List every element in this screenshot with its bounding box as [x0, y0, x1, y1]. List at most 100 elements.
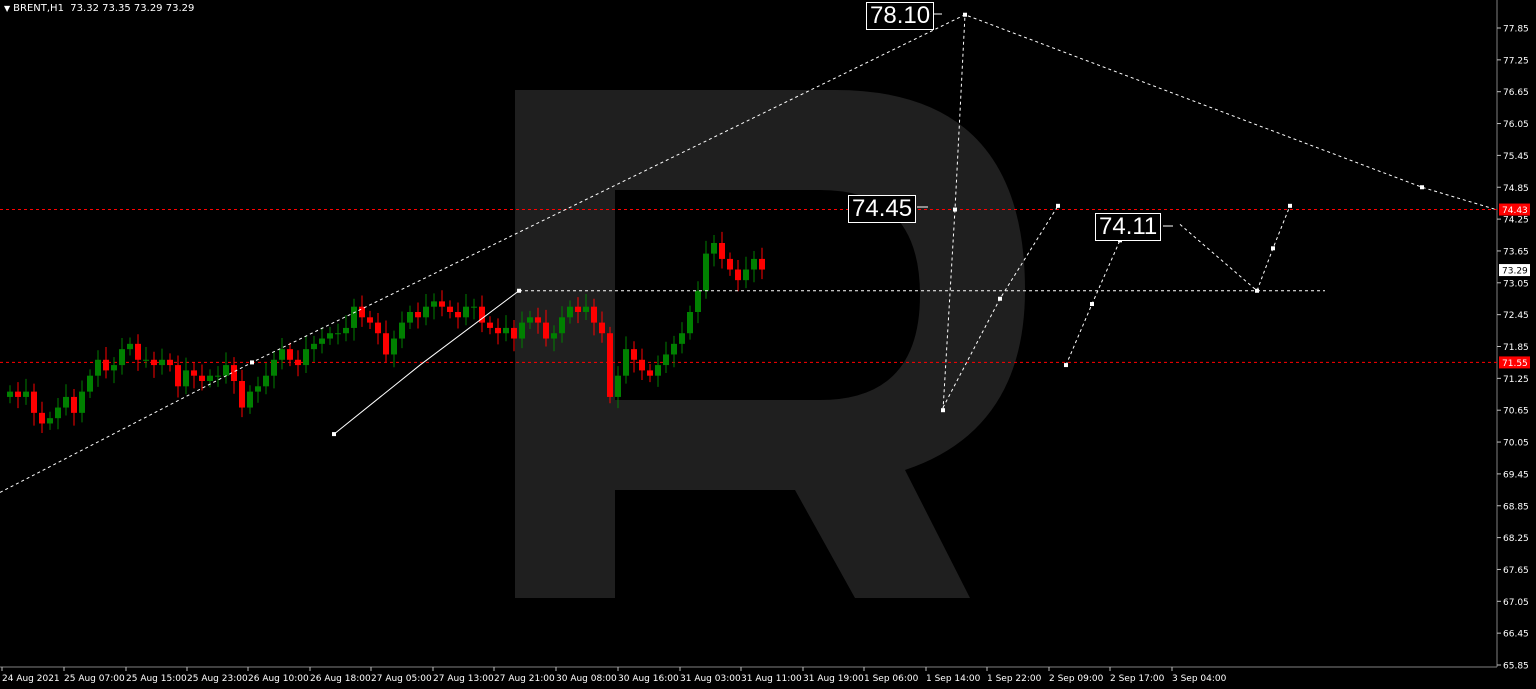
candle-bull: [519, 322, 525, 339]
candle-bull: [279, 349, 285, 360]
path-marker: [1288, 203, 1292, 208]
candle-bull: [399, 322, 405, 339]
y-tick-label: 73.05: [1503, 279, 1529, 289]
x-tick-label: 31 Aug 11:00: [741, 674, 802, 684]
candle-bear: [375, 322, 381, 334]
candle-bull: [703, 253, 709, 291]
candle-bear: [607, 333, 613, 397]
candle-bull: [223, 365, 229, 376]
candle-bull: [143, 359, 149, 361]
path-marker: [1271, 246, 1275, 251]
candle-bear: [719, 242, 725, 259]
x-tick-label: 31 Aug 19:00: [803, 674, 864, 684]
candle-bull: [655, 365, 661, 376]
x-tick-label: 30 Aug 16:00: [618, 674, 679, 684]
symbol-header: ▼ BRENT,H1 73.32 73.35 73.29 73.29: [4, 3, 194, 14]
path-marker: [332, 432, 336, 437]
x-tick-label: 24 Aug 2021: [2, 674, 60, 684]
candle-bear: [383, 333, 389, 355]
candle-bear: [71, 396, 77, 413]
candle-bull: [343, 327, 349, 334]
path-marker: [1090, 302, 1094, 307]
candle-bull: [263, 375, 269, 387]
ohlc-values: 73.32 73.35 73.29 73.29: [70, 3, 195, 14]
candle-bull: [327, 333, 333, 339]
candle-bull: [7, 391, 13, 397]
price-chart[interactable]: 77.85 77.25 76.65 76.05 75.45 74.85 74.25 73.65…: [0, 0, 1536, 689]
candle-bull: [87, 375, 93, 392]
candle-bear: [191, 370, 197, 376]
candle-bull: [351, 306, 357, 328]
candle-bull: [183, 370, 189, 387]
candle-bear: [31, 391, 37, 413]
x-tick-label: 25 Aug 15:00: [126, 674, 187, 684]
y-tick-label: 70.65: [1503, 407, 1529, 417]
candle-bull: [311, 343, 317, 350]
y-tick-label: 68.25: [1503, 534, 1529, 544]
path-marker: [1255, 288, 1259, 293]
candle-bull: [679, 333, 685, 344]
candle-bull: [63, 396, 69, 408]
x-tick-label: 27 Aug 05:00: [371, 674, 432, 684]
y-tick-label: 69.45: [1503, 470, 1529, 480]
candle-bear: [487, 322, 493, 328]
x-tick-label: 1 Sep 06:00: [864, 674, 919, 684]
candle-bull: [567, 306, 573, 318]
candle-bull: [407, 311, 413, 323]
candle-bull: [695, 290, 701, 312]
symbol-name: BRENT,H1: [13, 3, 64, 14]
candle-bull: [615, 375, 621, 397]
candle-bull: [215, 375, 221, 377]
x-tick-label: 3 Sep 04:00: [1172, 674, 1227, 684]
candle-bull: [751, 258, 757, 270]
candle-bull: [319, 338, 325, 344]
price-label-text: 73.29: [1502, 267, 1528, 277]
candle-bear: [287, 349, 293, 360]
candle-bear: [167, 359, 173, 366]
path-marker: [941, 408, 945, 413]
candle-bear: [39, 412, 45, 424]
candle-bull: [663, 354, 669, 366]
y-tick-label: 65.85: [1503, 662, 1529, 672]
y-tick-label: 67.65: [1503, 566, 1529, 576]
candle-bull: [247, 391, 253, 408]
candle-bear: [415, 311, 421, 318]
y-tick-label: 75.45: [1503, 152, 1529, 162]
candle-bull: [623, 349, 629, 376]
candle-bear: [511, 327, 517, 339]
candle-bull: [527, 317, 533, 323]
candle-bull: [743, 269, 749, 281]
candle-bull: [583, 306, 589, 312]
candle-bear: [639, 359, 645, 371]
candle-bull: [671, 343, 677, 355]
candle-bull: [335, 333, 341, 335]
price-label-text: 74.43: [1502, 206, 1528, 216]
candle-bear: [15, 391, 21, 397]
candle-bear: [135, 343, 141, 360]
y-tick-label: 71.25: [1503, 375, 1529, 385]
candle-bull: [503, 327, 509, 334]
callout-74-11: 74.11: [1095, 213, 1162, 241]
candle-bull: [95, 359, 101, 376]
candle-bull: [127, 343, 133, 350]
candle-bull: [711, 242, 717, 254]
callout-78-10: 78.10: [866, 2, 935, 30]
y-tick-label: 74.25: [1503, 216, 1529, 226]
path-marker: [1056, 203, 1060, 208]
dropdown-triangle-icon[interactable]: ▼: [4, 4, 10, 13]
candle-bear: [495, 327, 501, 334]
candle-bull: [423, 306, 429, 318]
y-tick-label: 70.05: [1503, 439, 1529, 449]
x-tick-label: 30 Aug 08:00: [556, 674, 617, 684]
candle-bear: [295, 359, 301, 366]
x-tick-label: 25 Aug 07:00: [64, 674, 125, 684]
candle-bull: [551, 333, 557, 339]
path-marker: [998, 296, 1002, 301]
candle-bull: [159, 359, 165, 366]
candle-bear: [631, 349, 637, 360]
y-tick-label: 71.85: [1503, 343, 1529, 353]
y-tick-label: 66.45: [1503, 630, 1529, 640]
candle-bull: [303, 349, 309, 366]
x-tick-label: 2 Sep 09:00: [1049, 674, 1104, 684]
path-marker: [1064, 363, 1068, 368]
